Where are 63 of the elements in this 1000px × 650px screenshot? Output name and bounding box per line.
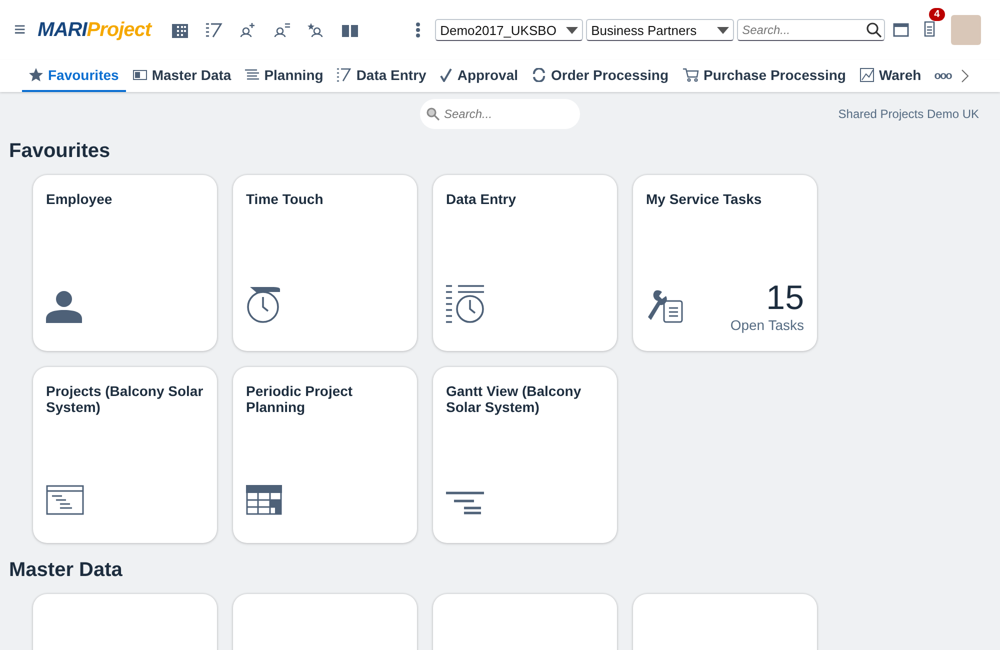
tab[interactable]: Purchase Processing <box>676 60 853 92</box>
notification-count: 4 <box>929 8 945 20</box>
list-window-icon <box>46 485 84 515</box>
chevron-right-icon[interactable] <box>961 69 970 83</box>
caret-icon <box>717 26 730 34</box>
book-icon[interactable] <box>341 22 360 38</box>
tile-title: Gantt View (Balcony Solar System) <box>446 383 582 415</box>
tab[interactable]: Order Processing <box>525 60 676 92</box>
section-title: Favourites <box>9 140 112 164</box>
list-clock-icon <box>446 285 484 323</box>
tab[interactable]: Master Data <box>126 60 238 92</box>
window-icon[interactable] <box>893 23 910 37</box>
person-add-icon[interactable] <box>239 22 258 38</box>
checkmark-icon <box>440 68 452 82</box>
star-icon <box>29 68 43 82</box>
logo[interactable]: MARIProject <box>38 18 152 42</box>
tile[interactable]: Periodic Project Planning <box>233 367 417 543</box>
cart-icon <box>682 68 699 82</box>
kpi-value: 15 <box>766 279 804 317</box>
timer-icon <box>246 285 282 323</box>
wrench-document-icon <box>646 289 684 323</box>
menu-button[interactable]: ≡ <box>10 18 30 42</box>
section-title: Master Data <box>9 559 124 583</box>
project-label: Shared Projects Demo UK <box>838 107 979 121</box>
caret-icon <box>566 26 578 34</box>
tile-title: Employee <box>46 191 114 207</box>
tile-title: My Service Tasks <box>646 191 763 207</box>
tile[interactable]: Gantt View (Balcony Solar System) <box>433 367 617 543</box>
edit-list-icon <box>337 68 352 82</box>
tab[interactable]: Wareh <box>852 60 928 92</box>
overflow-button[interactable]: ooo <box>928 60 958 92</box>
tile[interactable]: Employee <box>33 175 217 351</box>
person-list-icon[interactable] <box>273 22 292 38</box>
tab[interactable]: Approval <box>433 60 526 92</box>
refresh-icon <box>532 68 546 82</box>
tile[interactable]: Projects (Balcony Solar System) <box>33 367 217 543</box>
card-icon <box>132 69 147 81</box>
tile-title: Time Touch <box>246 191 324 207</box>
tile-title: Periodic Project Planning <box>246 383 354 415</box>
person-star-icon[interactable] <box>307 22 326 38</box>
tab[interactable]: Favourites <box>22 60 126 92</box>
tile[interactable]: Data Entry <box>433 175 617 351</box>
table-icon <box>246 485 282 515</box>
more-icon[interactable] <box>415 22 422 38</box>
person-icon <box>46 291 82 323</box>
object-type-dropdown[interactable]: Business Partners <box>586 19 734 41</box>
tile[interactable]: Time Touch <box>233 175 417 351</box>
tab[interactable]: Data Entry <box>330 60 434 92</box>
search-field[interactable]: Search... <box>737 19 886 41</box>
search-icon[interactable] <box>866 22 882 38</box>
lines-icon <box>245 69 260 81</box>
company-dropdown[interactable]: Demo2017_UKSBO <box>435 19 584 41</box>
gantt-icon <box>446 491 484 515</box>
chart-icon <box>860 68 874 82</box>
tile-title: Projects (Balcony Solar System) <box>46 383 204 415</box>
building-icon[interactable] <box>171 22 190 38</box>
tab[interactable]: Planning <box>238 60 330 92</box>
tile-title: Data Entry <box>446 191 518 207</box>
edit-list-icon[interactable] <box>205 22 224 38</box>
kpi-unit: Open Tasks <box>730 317 804 333</box>
tile-search-field[interactable]: Search... <box>420 99 580 129</box>
tile[interactable]: My Service Tasks 15 Open Tasks <box>633 175 817 351</box>
notification-document-icon[interactable] <box>923 18 938 36</box>
